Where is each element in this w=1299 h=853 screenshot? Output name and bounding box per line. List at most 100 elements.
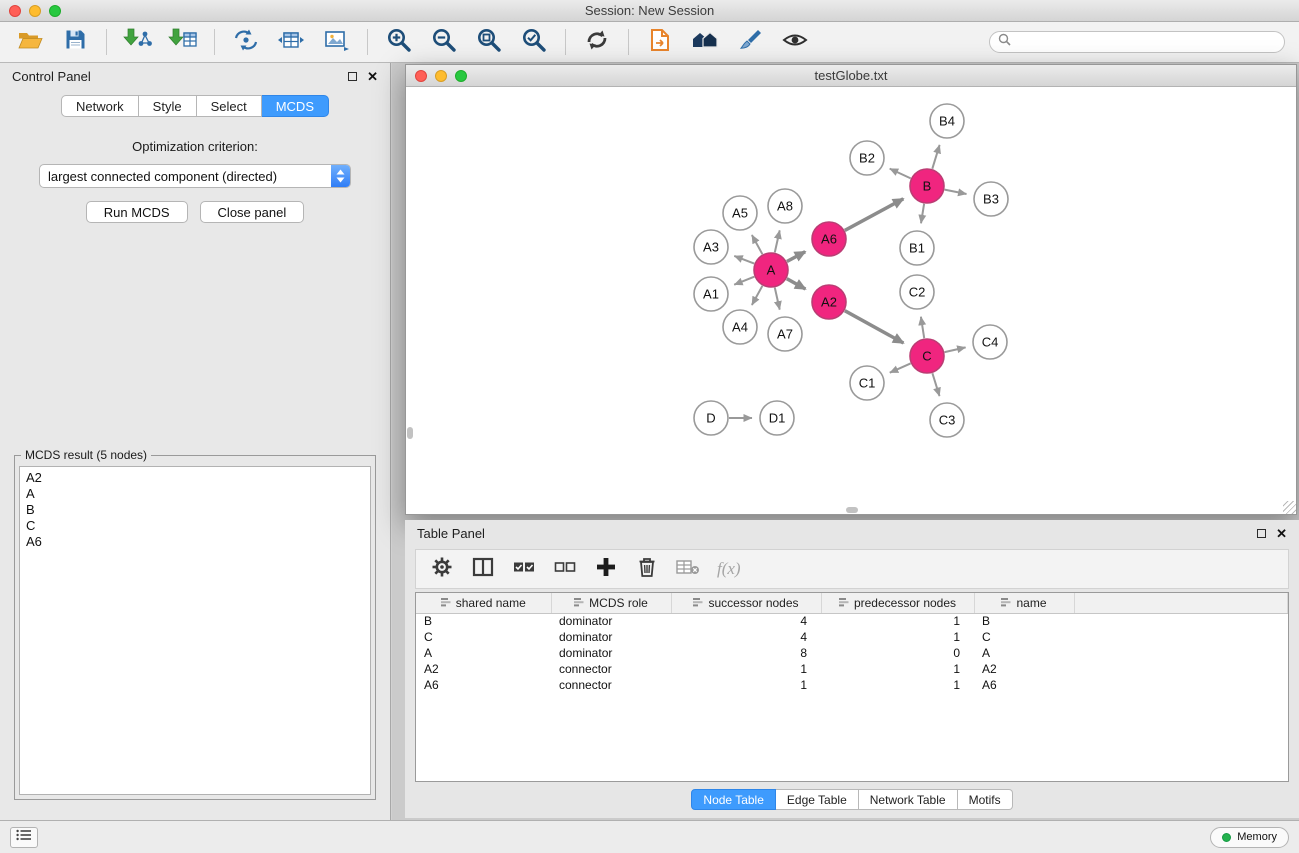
cell-name[interactable]: A2 (974, 661, 1074, 677)
tab-mcds[interactable]: MCDS (262, 95, 329, 117)
session-document-button[interactable] (642, 26, 678, 58)
minimize-network-button[interactable] (435, 70, 447, 82)
tab-style[interactable]: Style (139, 95, 197, 117)
cell-MCDS-role[interactable]: connector (551, 661, 671, 677)
zoom-out-button[interactable] (426, 26, 462, 58)
close-network-button[interactable] (415, 70, 427, 82)
graph-edge-C-C4[interactable] (945, 347, 966, 352)
add-column-button[interactable] (594, 557, 618, 581)
task-history-button[interactable] (10, 827, 38, 848)
save-session-button[interactable] (57, 26, 93, 58)
new-table-button[interactable] (273, 26, 309, 58)
tab-edge-table[interactable]: Edge Table (776, 789, 859, 810)
float-table-panel-icon[interactable] (1257, 529, 1266, 538)
graph-edge-A-A1[interactable] (734, 277, 754, 285)
new-network-button[interactable] (228, 26, 264, 58)
clear-table-button[interactable] (676, 557, 700, 581)
zoom-selected-button[interactable] (516, 26, 552, 58)
resize-grip[interactable] (1283, 501, 1296, 514)
tab-network-table[interactable]: Network Table (859, 789, 958, 810)
style-brush-button[interactable] (732, 26, 768, 58)
graph-edge-A6-B[interactable] (845, 199, 904, 231)
cell-successor-nodes[interactable]: 1 (671, 677, 821, 693)
close-table-panel-icon[interactable]: ✕ (1276, 527, 1287, 540)
graph-edge-A-A7[interactable] (775, 288, 780, 310)
cell-shared-name[interactable]: B (416, 613, 551, 629)
select-all-button[interactable] (512, 557, 536, 581)
column-header-predecessor-nodes[interactable]: predecessor nodes (821, 593, 974, 613)
cell-name[interactable]: B (974, 613, 1074, 629)
column-header-successor-nodes[interactable]: successor nodes (671, 593, 821, 613)
tab-motifs[interactable]: Motifs (958, 789, 1013, 810)
table-row-A6[interactable]: A6connector11A6 (416, 677, 1288, 693)
graph-edge-C-C3[interactable] (932, 373, 939, 396)
close-panel-button[interactable]: Close panel (200, 201, 305, 223)
cell-predecessor-nodes[interactable]: 1 (821, 629, 974, 645)
show-columns-button[interactable] (471, 557, 495, 581)
delete-columns-button[interactable] (635, 557, 659, 581)
cell-name[interactable]: A (974, 645, 1074, 661)
tab-network[interactable]: Network (61, 95, 139, 117)
refresh-view-button[interactable] (579, 26, 615, 58)
optimization-criterion-dropdown[interactable]: largest connected component (directed) (39, 164, 351, 188)
graph-edge-C-C1[interactable] (890, 363, 911, 372)
open-session-button[interactable] (12, 26, 48, 58)
cell-predecessor-nodes[interactable]: 1 (821, 677, 974, 693)
vertical-scrollbar-thumb[interactable] (407, 427, 413, 439)
graph-edge-B-B4[interactable] (932, 145, 939, 169)
graph-edge-B-B1[interactable] (921, 204, 924, 224)
cell-successor-nodes[interactable]: 4 (671, 613, 821, 629)
cell-predecessor-nodes[interactable]: 1 (821, 613, 974, 629)
table-row-B[interactable]: Bdominator41B (416, 613, 1288, 629)
graph-edge-A2-C[interactable] (845, 311, 904, 343)
search-box[interactable] (989, 31, 1285, 53)
search-input[interactable] (1016, 35, 1276, 49)
function-builder-button[interactable]: f(x) (717, 557, 741, 581)
cell-name[interactable]: A6 (974, 677, 1074, 693)
graph-edge-A-A3[interactable] (734, 256, 754, 264)
table-row-A[interactable]: Adominator80A (416, 645, 1288, 661)
cell-name[interactable]: C (974, 629, 1074, 645)
close-window-button[interactable] (9, 5, 21, 17)
graph-edge-A-A2[interactable] (787, 279, 806, 289)
cell-MCDS-role[interactable]: dominator (551, 613, 671, 629)
close-panel-icon[interactable]: ✕ (367, 70, 378, 83)
graph-edge-C-C2[interactable] (921, 317, 924, 339)
import-table-button[interactable] (165, 26, 201, 58)
memory-button[interactable]: Memory (1210, 827, 1289, 848)
cell-shared-name[interactable]: A6 (416, 677, 551, 693)
tab-select[interactable]: Select (197, 95, 262, 117)
float-panel-icon[interactable] (348, 72, 357, 81)
network-canvas[interactable]: B4B2BB3A5A8A6A3B1AA1C2A2A4A7CC4C1C3DD1 (406, 87, 1296, 514)
graph-edge-B-B2[interactable] (890, 169, 911, 179)
zoom-fit-button[interactable] (471, 26, 507, 58)
cell-predecessor-nodes[interactable]: 0 (821, 645, 974, 661)
graph-edge-B-B3[interactable] (945, 190, 967, 194)
cell-successor-nodes[interactable]: 1 (671, 661, 821, 677)
cell-predecessor-nodes[interactable]: 1 (821, 661, 974, 677)
node-table-container[interactable]: shared nameMCDS rolesuccessor nodesprede… (415, 592, 1289, 782)
table-settings-button[interactable] (430, 557, 454, 581)
minimize-window-button[interactable] (29, 5, 41, 17)
cell-successor-nodes[interactable]: 4 (671, 629, 821, 645)
graph-edge-A-A8[interactable] (775, 230, 780, 252)
show-hide-button[interactable] (777, 26, 813, 58)
cell-shared-name[interactable]: A2 (416, 661, 551, 677)
horizontal-scrollbar-thumb[interactable] (846, 507, 858, 513)
zoom-network-button[interactable] (455, 70, 467, 82)
cell-shared-name[interactable]: A (416, 645, 551, 661)
network-window-titlebar[interactable]: testGlobe.txt (406, 65, 1296, 87)
cell-MCDS-role[interactable]: dominator (551, 645, 671, 661)
graph-edge-A-A6[interactable] (787, 252, 805, 262)
column-header-MCDS-role[interactable]: MCDS role (551, 593, 671, 613)
column-header-shared-name[interactable]: shared name (416, 593, 551, 613)
export-image-button[interactable] (318, 26, 354, 58)
column-header-name[interactable]: name (974, 593, 1074, 613)
zoom-in-button[interactable] (381, 26, 417, 58)
zoom-window-button[interactable] (49, 5, 61, 17)
cell-MCDS-role[interactable]: dominator (551, 629, 671, 645)
home-view-button[interactable] (687, 26, 723, 58)
cell-successor-nodes[interactable]: 8 (671, 645, 821, 661)
table-row-A2[interactable]: A2connector11A2 (416, 661, 1288, 677)
mcds-result-list[interactable]: A2ABCA6 (19, 466, 371, 795)
